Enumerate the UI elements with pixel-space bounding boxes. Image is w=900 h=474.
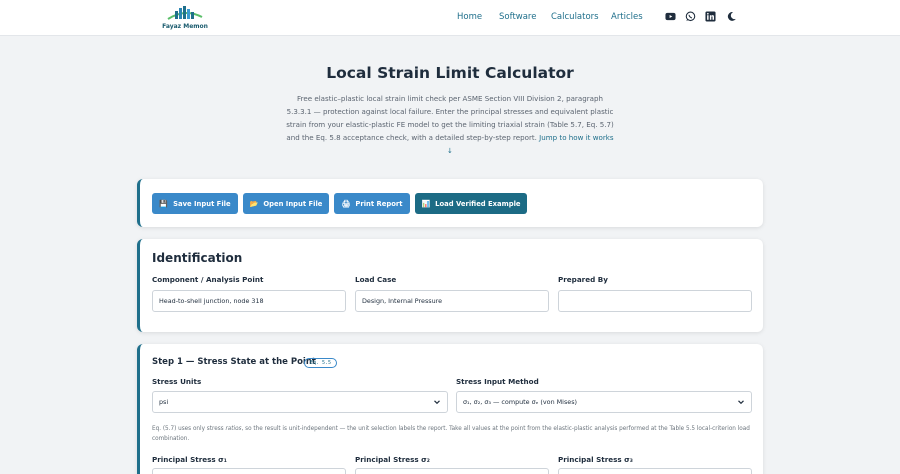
chevron-down-icon (434, 400, 440, 405)
city-skyline-icon (167, 6, 203, 20)
page-title: Local Strain Limit Calculator (326, 64, 574, 82)
component-label: Component / Analysis Point (152, 275, 264, 284)
chart-icon: 📊 (421, 199, 431, 208)
nav-link-software[interactable]: Software (499, 12, 536, 22)
identification-heading: Identification (152, 251, 243, 265)
folder-icon: 📂 (249, 199, 259, 208)
note-text-start: Eq. (5.7) uses only stress (152, 426, 226, 432)
open-label: Open Input File (263, 199, 323, 208)
page-description: Free elastic–plastic local strain limit … (285, 92, 615, 157)
brand-logo[interactable]: Fayaz Memon (158, 4, 212, 32)
stress-units-value: psi (159, 398, 169, 406)
step1-heading: Step 1 — Stress State at the Point (152, 357, 316, 367)
stress-units-note: Eq. (5.7) uses only stress ratios, so th… (152, 424, 752, 444)
floppy-disk-icon: 💾 (159, 199, 169, 208)
nav-link-articles[interactable]: Articles (611, 12, 643, 22)
example-label: Load Verified Example (435, 199, 521, 208)
principal-stress-3-input[interactable] (558, 468, 752, 474)
linkedin-icon[interactable] (705, 11, 716, 22)
stress-method-label: Stress Input Method (456, 377, 539, 386)
chevron-down-icon (738, 400, 744, 405)
file-actions-card: 💾 Save Input File 📂 Open Input File 🖨 Print… (137, 179, 763, 227)
principal-stress-2-input[interactable] (355, 468, 549, 474)
step1-card: Step 1 — Stress State at the Point Eq. 5… (137, 344, 763, 474)
stress-units-label: Stress Units (152, 377, 202, 386)
moon-icon[interactable] (726, 11, 737, 22)
nav-link-calculators[interactable]: Calculators (551, 12, 599, 22)
note-text-end: , so the result is unit-independent — th… (152, 426, 750, 442)
save-label: Save Input File (173, 199, 231, 208)
principal-stress-2-label: Principal Stress σ₂ (355, 455, 430, 464)
load-case-input[interactable]: Design, Internal Pressure (355, 290, 549, 312)
brand-name: Fayaz Memon (162, 23, 208, 30)
youtube-icon[interactable] (665, 11, 676, 22)
load-verified-example-button[interactable]: 📊 Load Verified Example (415, 193, 527, 214)
principal-stress-3-label: Principal Stress σ₃ (558, 455, 633, 464)
print-report-button[interactable]: 🖨 Print Report (334, 193, 410, 214)
prepared-by-label: Prepared By (558, 275, 608, 284)
prepared-by-input[interactable] (558, 290, 752, 312)
principal-stress-1-input[interactable] (152, 468, 346, 474)
save-input-file-button[interactable]: 💾 Save Input File (152, 193, 238, 214)
load-case-label: Load Case (355, 275, 397, 284)
top-navbar: Fayaz Memon Home Software Calculators Ar… (0, 0, 900, 36)
printer-icon: 🖨 (341, 199, 351, 208)
whatsapp-icon[interactable] (685, 11, 696, 22)
open-input-file-button[interactable]: 📂 Open Input File (243, 193, 329, 214)
note-emphasis: ratios (225, 426, 242, 432)
equation-badge: Eq. 5.5 (304, 358, 338, 368)
principal-stress-1-label: Principal Stress σ₁ (152, 455, 227, 464)
identification-card: Identification Component / Analysis Poin… (137, 239, 763, 332)
stress-method-value: σ₁, σ₂, σ₃ — compute σₑ (von Mises) (463, 398, 578, 406)
stress-units-select[interactable]: psi (152, 391, 448, 413)
component-input[interactable]: Head-to-shell junction, node 318 (152, 290, 346, 312)
stress-method-select[interactable]: σ₁, σ₂, σ₃ — compute σₑ (von Mises) (456, 391, 752, 413)
nav-link-home[interactable]: Home (457, 12, 482, 22)
print-label: Print Report (355, 199, 403, 208)
